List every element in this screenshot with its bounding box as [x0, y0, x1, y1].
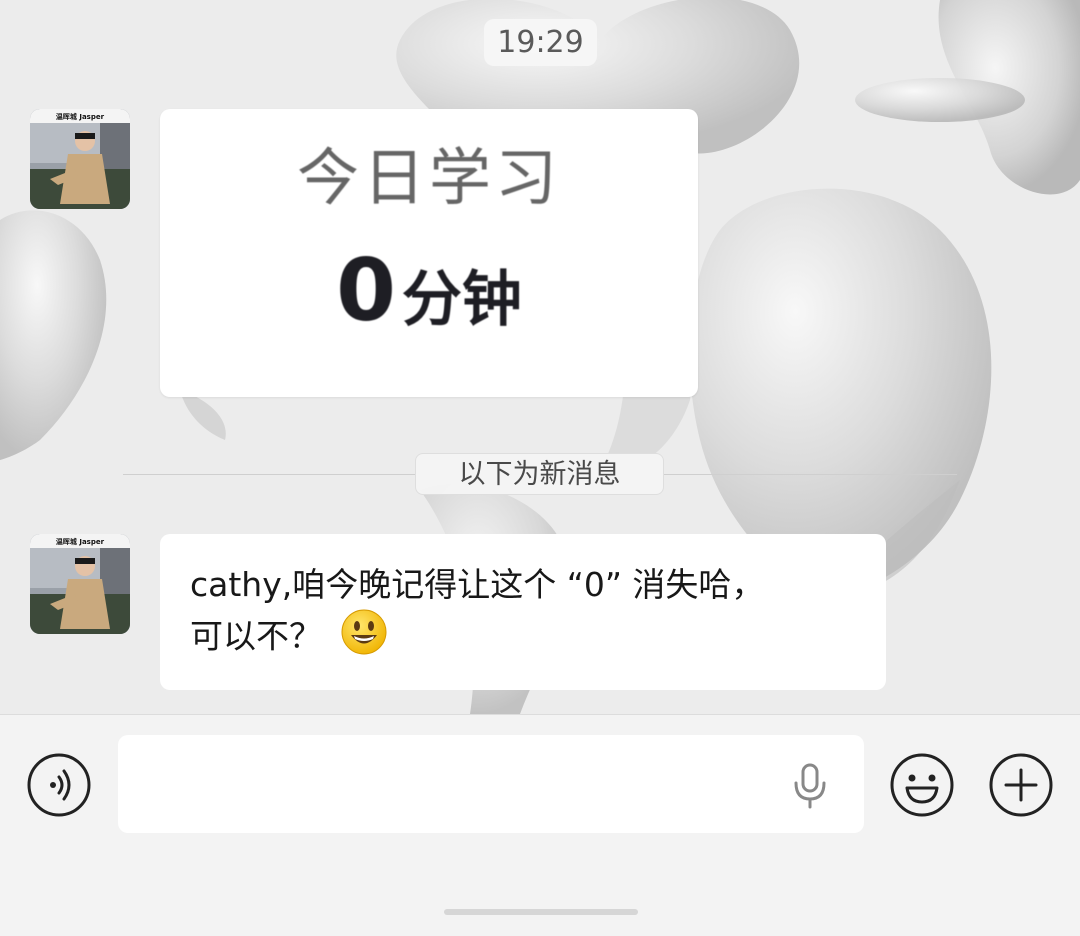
- chat-screen: 19:29 温晖城 Jasper 今日学习 0 分钟 以下为新消息 温晖城 Ja…: [0, 0, 1080, 936]
- message-input[interactable]: [118, 735, 864, 833]
- avatar-photo: 温晖城 Jasper: [30, 534, 130, 634]
- input-bar: [0, 714, 1080, 936]
- message-text-line-2: 可以不？: [190, 608, 862, 668]
- text-message-bubble[interactable]: cathy,咱今晚记得让这个 “0” 消失哈， 可以不？: [160, 534, 886, 690]
- message-text-line-1: cathy,咱今晚记得让这个 “0” 消失哈，: [190, 565, 765, 604]
- new-messages-divider: 以下为新消息: [415, 453, 664, 495]
- avatar-photo: 温晖城 Jasper: [30, 109, 130, 209]
- image-message[interactable]: 今日学习 0 分钟: [160, 109, 698, 397]
- sender-avatar[interactable]: 温晖城 Jasper: [30, 109, 130, 209]
- plus-icon[interactable]: [988, 752, 1054, 818]
- divider-line-right: [664, 474, 957, 475]
- microphone-icon[interactable]: [790, 763, 830, 809]
- timestamp: 19:29: [484, 19, 597, 66]
- home-indicator: [444, 909, 638, 915]
- smiley-face-emoji: [340, 608, 388, 668]
- emoji-icon[interactable]: [889, 752, 955, 818]
- image-text-title: 今日学习: [296, 141, 561, 214]
- image-text-value: 0 分钟: [160, 241, 698, 341]
- avatar-label: 温晖城 Jasper: [56, 112, 105, 121]
- study-minutes-unit: 分钟: [401, 265, 522, 335]
- sender-avatar[interactable]: 温晖城 Jasper: [30, 534, 130, 634]
- voice-mode-icon[interactable]: [26, 752, 92, 818]
- divider-line-left: [123, 474, 415, 475]
- message-text-line-2-text: 可以不？: [190, 616, 322, 656]
- chat-message-area[interactable]: 19:29 温晖城 Jasper 今日学习 0 分钟 以下为新消息 温晖城 Ja…: [0, 0, 1080, 714]
- avatar-label: 温晖城 Jasper: [56, 537, 105, 546]
- study-minutes-number: 0: [336, 241, 396, 341]
